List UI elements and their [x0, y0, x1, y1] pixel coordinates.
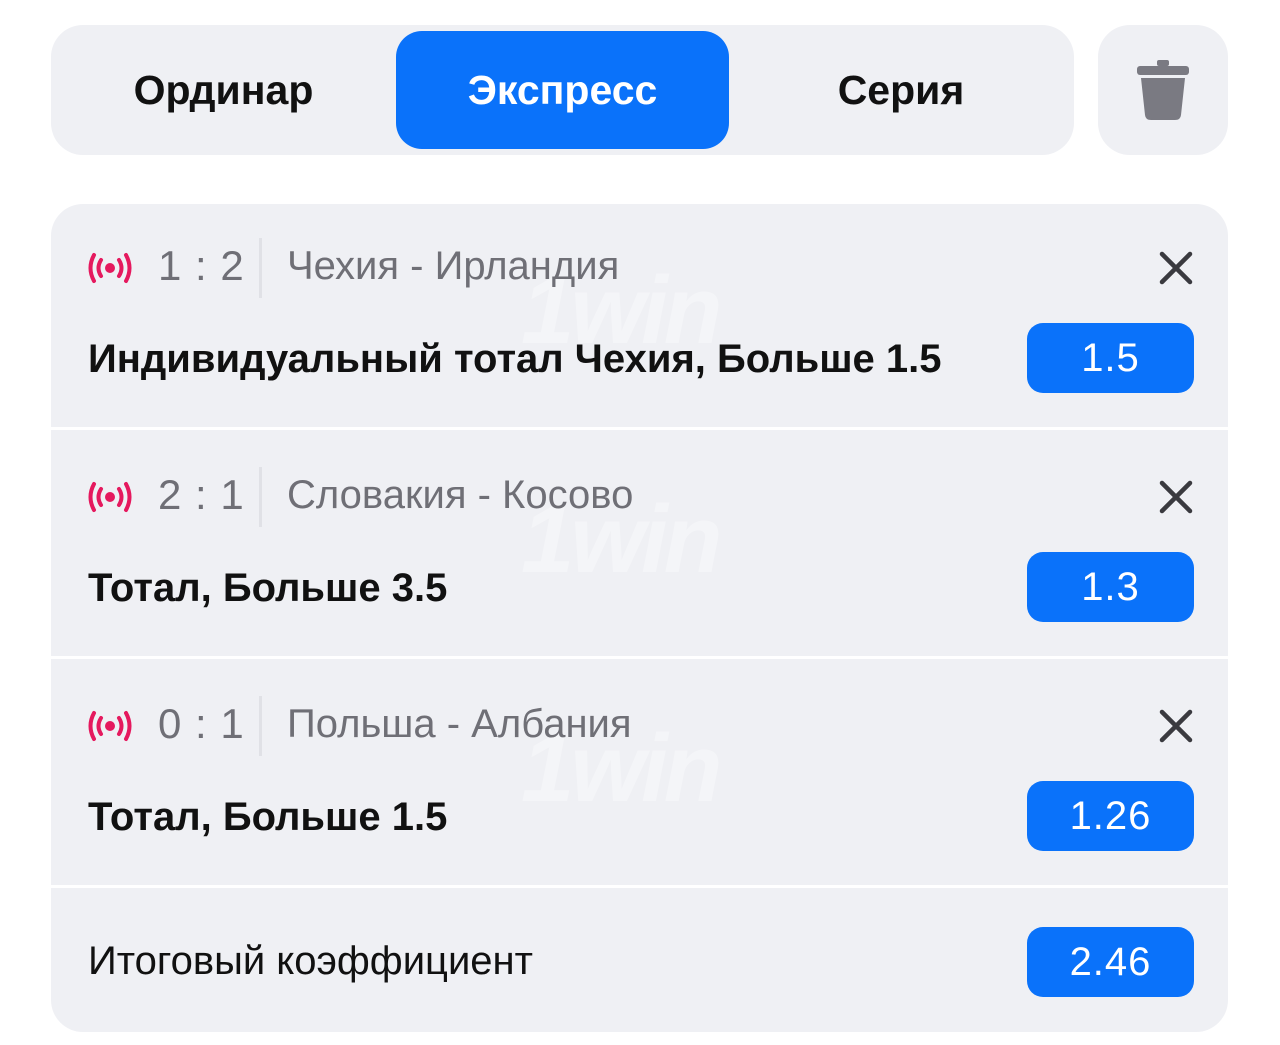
trash-icon	[1137, 60, 1189, 120]
match-name: Чехия - Ирландия	[287, 244, 620, 288]
close-icon[interactable]	[1156, 477, 1196, 517]
betslip-card: 1win 1 : 2 Чехия - Ирландия Индивидуальн…	[51, 204, 1228, 1032]
tab-single[interactable]: Ординар	[61, 31, 386, 149]
bet-item: 1win 1 : 2 Чехия - Ирландия Индивидуальн…	[51, 204, 1228, 430]
match-name: Польша - Албания	[287, 702, 632, 746]
live-icon	[88, 253, 132, 283]
bet-item: 1win 0 : 1 Польша - Албания Тотал, Больш…	[51, 662, 1228, 888]
bet-type-tabs: Ординар Экспресс Серия	[51, 25, 1074, 155]
odds-badge[interactable]: 1.5	[1027, 323, 1194, 393]
bet-selection: Тотал, Больше 1.5	[88, 795, 448, 839]
live-score: 0 : 1	[158, 700, 245, 747]
divider	[259, 696, 262, 756]
odds-badge[interactable]: 1.3	[1027, 552, 1194, 622]
close-icon[interactable]	[1156, 248, 1196, 288]
divider	[259, 238, 262, 298]
live-score: 1 : 2	[158, 242, 245, 289]
total-odds-label: Итоговый коэффициент	[88, 939, 533, 983]
bet-selection: Индивидуальный тотал Чехия, Больше 1.5	[88, 337, 942, 381]
close-icon[interactable]	[1156, 706, 1196, 746]
bet-selection: Тотал, Больше 3.5	[88, 566, 448, 610]
bet-item: 1win 2 : 1 Словакия - Косово Тотал, Боль…	[51, 433, 1228, 659]
clear-betslip-button[interactable]	[1098, 25, 1228, 155]
match-name: Словакия - Косово	[287, 473, 634, 517]
live-icon	[88, 482, 132, 512]
total-odds-badge: 2.46	[1027, 927, 1194, 997]
divider	[259, 467, 262, 527]
tab-express[interactable]: Экспресс	[396, 31, 729, 149]
odds-badge[interactable]: 1.26	[1027, 781, 1194, 851]
tab-series[interactable]: Серия	[741, 31, 1061, 149]
live-icon	[88, 711, 132, 741]
live-score: 2 : 1	[158, 471, 245, 518]
